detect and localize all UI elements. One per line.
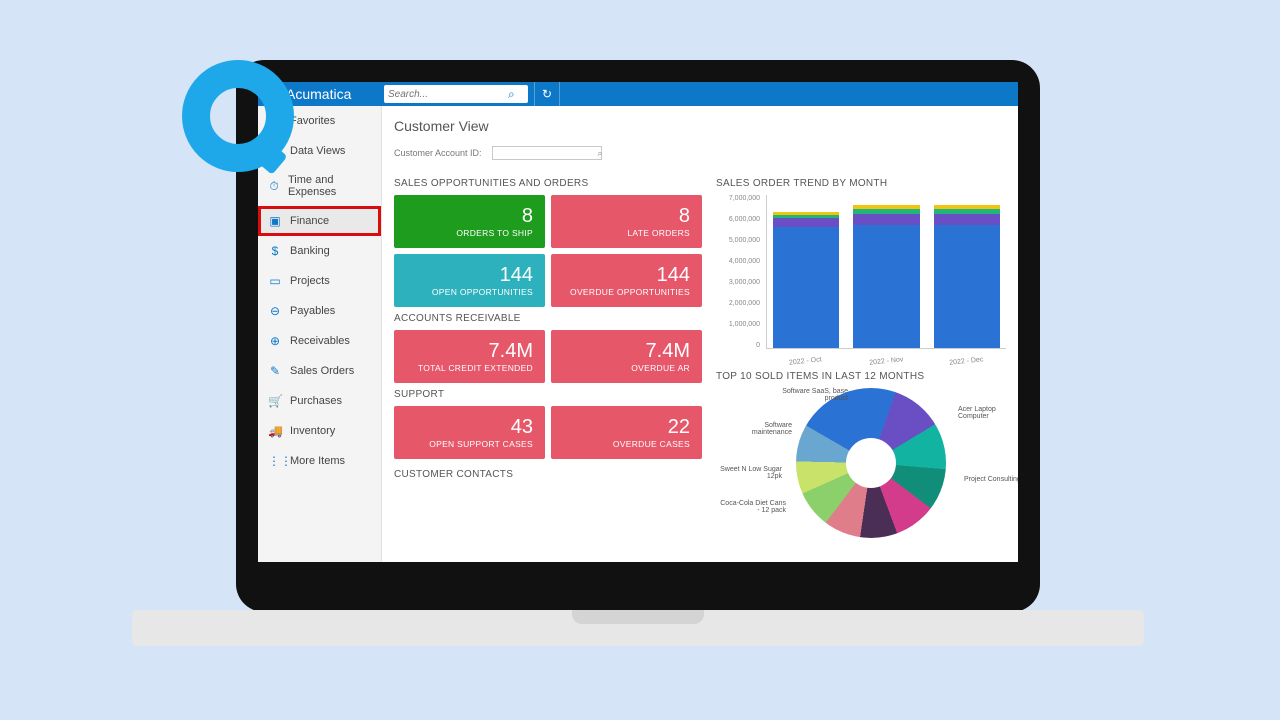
section-contacts: CUSTOMER CONTACTS	[394, 469, 702, 480]
pie-chart: Acer Laptop Computer Project Consulting …	[716, 388, 1006, 538]
customer-account-input[interactable]	[492, 146, 602, 160]
sidebar-item-label: Purchases	[290, 395, 342, 407]
customer-field-label: Customer Account ID:	[394, 148, 482, 158]
sidebar-item-label: Sales Orders	[290, 365, 354, 377]
pie-label: Software maintenance	[730, 422, 792, 437]
sidebar-item-inventory[interactable]: 🚚 Inventory	[258, 416, 381, 446]
tile-overdue-cases[interactable]: 22OVERDUE CASES	[551, 406, 702, 459]
stopwatch-icon: ⏱	[268, 179, 280, 194]
sidebar-item-label: Favorites	[290, 115, 335, 127]
search-input[interactable]	[388, 89, 508, 100]
search-icon[interactable]: ⌕	[508, 87, 515, 102]
sidebar-item-banking[interactable]: $ Banking	[258, 236, 381, 266]
sidebar-item-label: Time and Expenses	[288, 174, 371, 198]
dollar-icon: $	[268, 244, 282, 258]
section-top-items: TOP 10 SOLD ITEMS IN LAST 12 MONTHS	[716, 371, 1006, 382]
tile-credit-extended[interactable]: 7.4MTOTAL CREDIT EXTENDED	[394, 330, 545, 383]
section-ar: ACCOUNTS RECEIVABLE	[394, 313, 702, 324]
tile-open-cases[interactable]: 43OPEN SUPPORT CASES	[394, 406, 545, 459]
sidebar-item-label: Projects	[290, 275, 330, 287]
laptop-notch	[572, 610, 704, 624]
customer-filter-row: Customer Account ID: ⌕	[394, 146, 1006, 160]
sidebar: ★Favorites ◔Data Views ⏱Time and Expense…	[258, 106, 382, 562]
reload-button[interactable]: ↻	[534, 82, 560, 106]
bar-chart: 7,000,0006,000,0005,000,0004,000,0003,00…	[716, 195, 1006, 365]
tile-open-opportunities[interactable]: 144OPEN OPPORTUNITIES	[394, 254, 545, 307]
tile-orders-to-ship[interactable]: 8ORDERS TO SHIP	[394, 195, 545, 248]
edit-icon: ✎	[268, 364, 282, 378]
laptop-frame: Acumatica ⌕ ↻ ★Favorites ◔Data Views ⏱Ti…	[236, 60, 1040, 612]
minus-circle-icon: ⊖	[268, 304, 282, 318]
projects-icon: ▭	[268, 274, 282, 288]
tile-overdue-opportunities[interactable]: 144OVERDUE OPPORTUNITIES	[551, 254, 702, 307]
topbar: Acumatica ⌕ ↻	[258, 82, 1018, 106]
lookup-icon[interactable]: ⌕	[598, 148, 603, 159]
section-opportunities: SALES OPPORTUNITIES AND ORDERS	[394, 178, 702, 189]
grid-icon: ⋮⋮	[268, 454, 282, 468]
pie-label: Coca-Cola Diet Cans - 12 pack	[716, 500, 786, 515]
search-box[interactable]: ⌕	[384, 85, 528, 103]
sidebar-item-label: Data Views	[290, 145, 345, 157]
sidebar-item-label: Finance	[290, 215, 329, 227]
app-screen: Acumatica ⌕ ↻ ★Favorites ◔Data Views ⏱Ti…	[258, 82, 1018, 562]
q-logo	[182, 60, 294, 172]
sidebar-item-payables[interactable]: ⊖ Payables	[258, 296, 381, 326]
sidebar-item-projects[interactable]: ▭ Projects	[258, 266, 381, 296]
sidebar-item-label: Inventory	[290, 425, 335, 437]
sidebar-item-label: Banking	[290, 245, 330, 257]
cart-icon: 🛒	[268, 394, 282, 408]
pie-label: Project Consulting	[964, 476, 1018, 483]
sidebar-item-label: Receivables	[290, 335, 350, 347]
sidebar-item-finance[interactable]: ▣ Finance	[258, 206, 381, 236]
page-title: Customer View	[394, 118, 1006, 134]
main-panel: Customer View Customer Account ID: ⌕ SAL…	[382, 106, 1018, 562]
section-trend: SALES ORDER TREND BY MONTH	[716, 178, 1006, 189]
pie-label: Sweet N Low Sugar 12pk	[716, 466, 782, 481]
sidebar-item-time-expenses[interactable]: ⏱ Time and Expenses	[258, 166, 381, 206]
plus-circle-icon: ⊕	[268, 334, 282, 348]
calculator-icon: ▣	[268, 214, 282, 228]
sidebar-item-receivables[interactable]: ⊕ Receivables	[258, 326, 381, 356]
truck-icon: 🚚	[268, 424, 282, 438]
tile-overdue-ar[interactable]: 7.4MOVERDUE AR	[551, 330, 702, 383]
sidebar-item-purchases[interactable]: 🛒 Purchases	[258, 386, 381, 416]
sidebar-item-label: More Items	[290, 455, 345, 467]
sidebar-item-more[interactable]: ⋮⋮ More Items	[258, 446, 381, 476]
pie-label: Acer Laptop Computer	[958, 406, 1018, 421]
section-support: SUPPORT	[394, 389, 702, 400]
tile-late-orders[interactable]: 8LATE ORDERS	[551, 195, 702, 248]
pie-label: Software SaaS, base product	[778, 388, 848, 403]
sidebar-item-label: Payables	[290, 305, 335, 317]
sidebar-item-sales-orders[interactable]: ✎ Sales Orders	[258, 356, 381, 386]
